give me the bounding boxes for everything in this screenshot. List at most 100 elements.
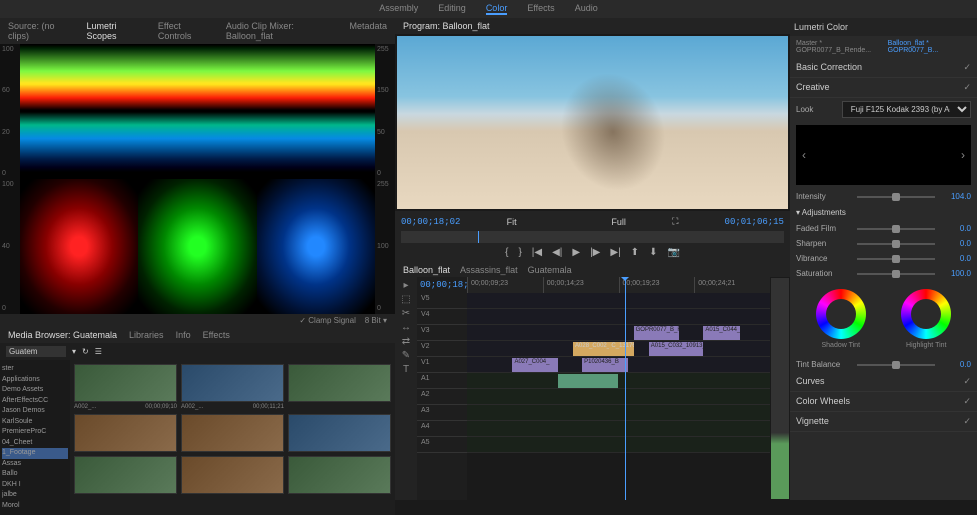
sequence-tab[interactable]: Assassins_flat [460, 265, 518, 275]
track-header[interactable]: V1 [417, 357, 467, 373]
fit-dropdown[interactable]: Fit [507, 217, 517, 227]
track-header[interactable]: V3 [417, 325, 467, 341]
timeline-clip[interactable]: C_13176 [609, 342, 633, 356]
media-thumb[interactable]: A002_...00;00;11;21 [181, 364, 284, 410]
slide-tool-icon[interactable]: ⇄ [398, 336, 414, 347]
type-tool-icon[interactable]: T [398, 364, 414, 375]
faded-film-slider[interactable] [857, 228, 935, 230]
track-header[interactable]: A1 [417, 373, 467, 389]
intensity-slider[interactable] [857, 196, 935, 198]
curves-toggle[interactable]: Curves✓ [790, 372, 977, 392]
workspace-tab-color[interactable]: Color [486, 3, 508, 15]
timeline-clip[interactable] [558, 374, 619, 388]
sequence-tab[interactable]: Guatemala [528, 265, 572, 275]
tree-item[interactable]: Morol [2, 501, 68, 512]
program-viewport[interactable] [397, 36, 788, 209]
tree-item[interactable]: PremiereProC [2, 427, 68, 438]
media-search-input[interactable] [6, 346, 66, 357]
go-to-out-icon[interactable]: ▶| [610, 247, 620, 258]
color-wheels-toggle[interactable]: Color Wheels✓ [790, 392, 977, 412]
timeline-clip[interactable]: A015_C032_10913_0 [649, 342, 704, 356]
mark-out-icon[interactable]: } [518, 247, 521, 258]
tree-item[interactable]: 1_Footage [2, 448, 68, 459]
filter-icon[interactable]: ▾ [72, 347, 76, 356]
tab-lumetri-scopes[interactable]: Lumetri Scopes [87, 21, 146, 41]
step-forward-icon[interactable]: |▶ [590, 247, 600, 258]
razor-tool-icon[interactable]: ✂ [398, 308, 414, 319]
tree-item[interactable]: Ballo [2, 469, 68, 480]
tree-item[interactable]: ster [2, 364, 68, 375]
tree-item[interactable]: Assas [2, 459, 68, 470]
media-thumb[interactable] [181, 414, 284, 452]
timeline-content[interactable]: 00;00;09;23 00;00;14;23 00;00;19;23 00;0… [467, 277, 770, 500]
media-thumb[interactable] [288, 414, 391, 452]
media-thumb[interactable]: A002_...00;00;09;10 [74, 364, 177, 410]
timeline-clip[interactable]: P1020436_B [582, 358, 627, 372]
track-select-tool-icon[interactable]: ⬚ [398, 294, 414, 305]
go-to-in-icon[interactable]: |◀ [532, 247, 542, 258]
tree-item[interactable]: 04_Cheet [2, 438, 68, 449]
workspace-tab-editing[interactable]: Editing [438, 3, 466, 15]
media-thumb[interactable] [74, 414, 177, 452]
tree-item[interactable]: DKH I [2, 480, 68, 491]
mark-in-icon[interactable]: { [505, 247, 508, 258]
track-header[interactable]: A4 [417, 421, 467, 437]
track-header[interactable]: V5 [417, 293, 467, 309]
step-back-icon[interactable]: ◀| [552, 247, 562, 258]
sharpen-slider[interactable] [857, 243, 935, 245]
tab-info[interactable]: Info [176, 330, 191, 340]
timeline-ruler[interactable]: 00;00;09;23 00;00;14;23 00;00;19;23 00;0… [467, 277, 770, 293]
tab-metadata[interactable]: Metadata [349, 21, 387, 41]
intensity-value[interactable]: 104.0 [941, 192, 971, 201]
program-title[interactable]: Program: Balloon_flat [403, 21, 490, 31]
highlight-tint-wheel[interactable] [901, 289, 951, 339]
track-header[interactable]: A2 [417, 389, 467, 405]
playhead[interactable] [625, 277, 626, 500]
track-header[interactable]: V4 [417, 309, 467, 325]
export-frame-icon[interactable]: 📷 [667, 247, 679, 258]
tab-audio-mixer[interactable]: Audio Clip Mixer: Balloon_flat [226, 21, 338, 41]
tree-item[interactable]: KarlSoule [2, 417, 68, 428]
program-scrubber[interactable] [401, 231, 784, 243]
timeline-clip[interactable]: GOPR0077_B_F [634, 326, 679, 340]
tab-effects-panel[interactable]: Effects [203, 330, 230, 340]
selection-tool-icon[interactable]: ▸ [398, 280, 414, 291]
lift-icon[interactable]: ⬆ [631, 247, 639, 258]
track-header[interactable]: A3 [417, 405, 467, 421]
media-thumb[interactable] [288, 456, 391, 494]
basic-correction-toggle[interactable]: Basic Correction✓ [790, 58, 977, 78]
track-header[interactable]: A5 [417, 437, 467, 453]
list-view-icon[interactable]: ☰ [95, 347, 102, 356]
program-timecode[interactable]: 00;00;18;02 [401, 217, 460, 227]
refresh-icon[interactable]: ↻ [82, 347, 89, 356]
play-icon[interactable]: ▶ [572, 247, 580, 258]
vibrance-slider[interactable] [857, 258, 935, 260]
shadow-tint-wheel[interactable] [816, 289, 866, 339]
sequence-tab[interactable]: Balloon_flat [403, 265, 450, 275]
extract-icon[interactable]: ⬇ [649, 247, 657, 258]
adjustments-toggle[interactable]: ▾ Adjustments [790, 204, 977, 221]
tree-item[interactable]: Jason Demos [2, 406, 68, 417]
timeline-clip[interactable]: A028_C002_ [573, 342, 609, 356]
track-header[interactable]: V2 [417, 341, 467, 357]
bit-depth-select[interactable]: 8 Bit ▾ [365, 316, 387, 325]
timeline-clip[interactable]: A027_C004_ [512, 358, 557, 372]
media-thumb[interactable] [288, 364, 391, 410]
timeline-clip[interactable]: A015_C044_1 [703, 326, 739, 340]
media-thumb[interactable] [74, 456, 177, 494]
workspace-tab-audio[interactable]: Audio [575, 3, 598, 15]
workspace-tab-effects[interactable]: Effects [527, 3, 554, 15]
tree-item[interactable]: Demo Assets [2, 385, 68, 396]
tree-item[interactable]: jalbe [2, 490, 68, 501]
look-preview[interactable] [796, 125, 971, 185]
vignette-toggle[interactable]: Vignette✓ [790, 412, 977, 432]
tree-item[interactable]: Applications [2, 375, 68, 386]
pen-tool-icon[interactable]: ✎ [398, 350, 414, 361]
saturation-slider[interactable] [857, 273, 935, 275]
full-dropdown[interactable]: Full [611, 217, 626, 227]
tab-media-browser[interactable]: Media Browser: Guatemala [8, 330, 117, 340]
tree-item[interactable]: AfterEffectsCC [2, 396, 68, 407]
tab-libraries[interactable]: Libraries [129, 330, 164, 340]
tab-source[interactable]: Source: (no clips) [8, 21, 75, 41]
timeline-timecode[interactable]: 00;00;18;02 [417, 277, 467, 293]
